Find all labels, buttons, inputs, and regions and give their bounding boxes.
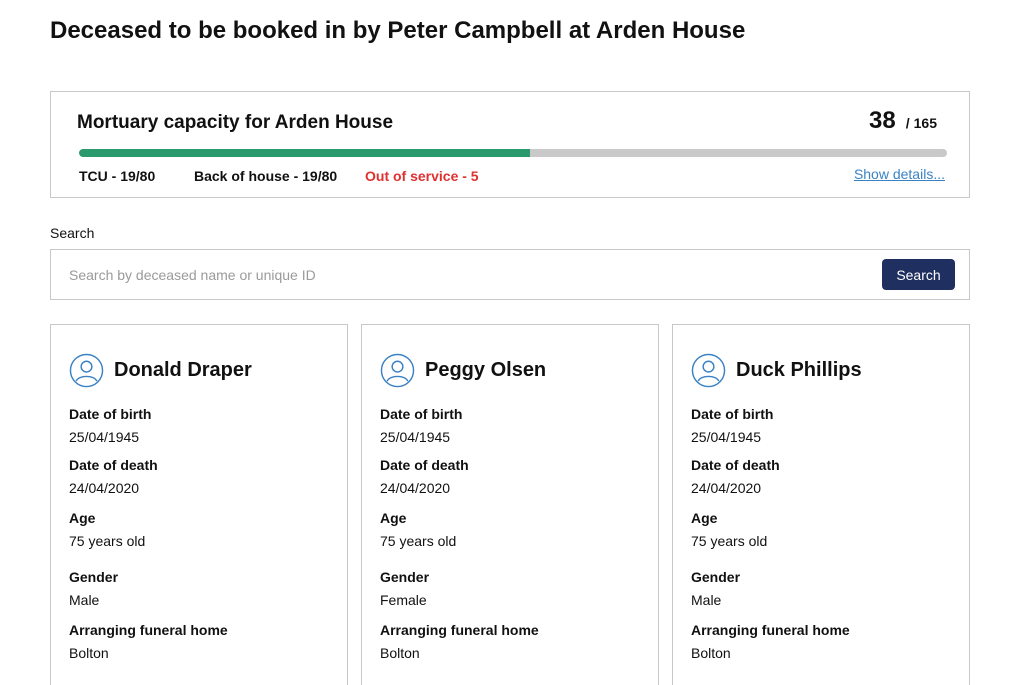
field-label: Gender: [69, 569, 119, 585]
deceased-name: Duck Phillips: [736, 359, 862, 381]
field-date-of-death: Date of death 24/04/2020: [380, 457, 469, 496]
field-label: Age: [380, 510, 407, 526]
field-value: 75 years old: [380, 533, 457, 549]
field-label: Date of birth: [691, 406, 774, 422]
field-label: Date of birth: [380, 406, 463, 422]
card-header: Donald Draper: [69, 353, 252, 388]
capacity-occupied: 38: [869, 107, 896, 134]
field-value: 25/04/1945: [69, 429, 140, 445]
field-date-of-death: Date of death 24/04/2020: [69, 457, 158, 496]
mortuary-capacity-panel: Mortuary capacity for Arden House 38 / 1…: [50, 91, 970, 198]
field-label: Gender: [380, 569, 430, 585]
deceased-card: Duck Phillips Date of birth 25/04/1945 D…: [672, 324, 970, 685]
deceased-name: Donald Draper: [114, 359, 252, 381]
deceased-card: Peggy Olsen Date of birth 25/04/1945 Dat…: [361, 324, 659, 685]
field-value: Bolton: [380, 645, 420, 661]
field-value: Female: [380, 592, 427, 608]
card-header: Duck Phillips: [691, 353, 862, 388]
search-button[interactable]: Search: [882, 259, 955, 290]
field-label: Gender: [691, 569, 741, 585]
field-label: Arranging funeral home: [380, 622, 539, 638]
page-title: Deceased to be booked in by Peter Campbe…: [50, 17, 746, 44]
field-value: Bolton: [691, 645, 731, 661]
field-label: Date of birth: [69, 406, 152, 422]
field-label: Arranging funeral home: [691, 622, 850, 638]
field-value: 24/04/2020: [380, 480, 451, 496]
capacity-count: 38 / 165: [869, 107, 937, 135]
user-avatar-icon: [380, 353, 415, 388]
field-value: 25/04/1945: [691, 429, 762, 445]
page: Deceased to be booked in by Peter Campbe…: [0, 0, 1024, 685]
capacity-progress-fill: [79, 149, 531, 157]
field-funeral-home: Arranging funeral home Bolton: [380, 622, 539, 661]
show-details-link[interactable]: Show details...: [854, 166, 945, 182]
field-age: Age 75 years old: [691, 510, 767, 549]
field-label: Date of death: [69, 457, 158, 473]
field-age: Age 75 years old: [380, 510, 456, 549]
field-value: 24/04/2020: [69, 480, 140, 496]
field-age: Age 75 years old: [69, 510, 145, 549]
field-value: 24/04/2020: [691, 480, 762, 496]
field-date-of-death: Date of death 24/04/2020: [691, 457, 780, 496]
field-gender: Gender Male: [69, 569, 118, 608]
field-value: 75 years old: [69, 533, 146, 549]
field-label: Age: [69, 510, 96, 526]
search-label: Search: [50, 225, 95, 241]
field-value: Bolton: [69, 645, 109, 661]
user-avatar-icon: [691, 353, 726, 388]
field-label: Date of death: [691, 457, 780, 473]
field-funeral-home: Arranging funeral home Bolton: [691, 622, 850, 661]
field-label: Age: [691, 510, 718, 526]
search-input[interactable]: [52, 251, 872, 298]
field-value: 75 years old: [691, 533, 768, 549]
user-avatar-icon: [69, 353, 104, 388]
search-box: Search: [50, 249, 970, 300]
capacity-back-of-house: Back of house - 19/80: [194, 168, 338, 184]
deceased-name: Peggy Olsen: [425, 359, 547, 381]
capacity-separator: /: [905, 115, 910, 131]
field-label: Arranging funeral home: [69, 622, 228, 638]
capacity-total: 165: [913, 115, 937, 131]
field-value: Male: [69, 592, 100, 608]
field-label: Date of death: [380, 457, 469, 473]
capacity-title: Mortuary capacity for Arden House: [77, 112, 394, 133]
capacity-tcu: TCU - 19/80: [79, 168, 156, 184]
card-header: Peggy Olsen: [380, 353, 546, 388]
field-gender: Gender Male: [691, 569, 740, 608]
field-funeral-home: Arranging funeral home Bolton: [69, 622, 228, 661]
field-date-of-birth: Date of birth 25/04/1945: [691, 406, 773, 445]
capacity-progress-bar: [79, 149, 947, 157]
deceased-cards: Donald Draper Date of birth 25/04/1945 D…: [50, 324, 970, 685]
field-date-of-birth: Date of birth 25/04/1945: [380, 406, 462, 445]
field-value: 25/04/1945: [380, 429, 451, 445]
field-date-of-birth: Date of birth 25/04/1945: [69, 406, 151, 445]
deceased-card: Donald Draper Date of birth 25/04/1945 D…: [50, 324, 348, 685]
field-value: Male: [691, 592, 722, 608]
capacity-out-of-service: Out of service - 5: [365, 168, 479, 184]
field-gender: Gender Female: [380, 569, 429, 608]
